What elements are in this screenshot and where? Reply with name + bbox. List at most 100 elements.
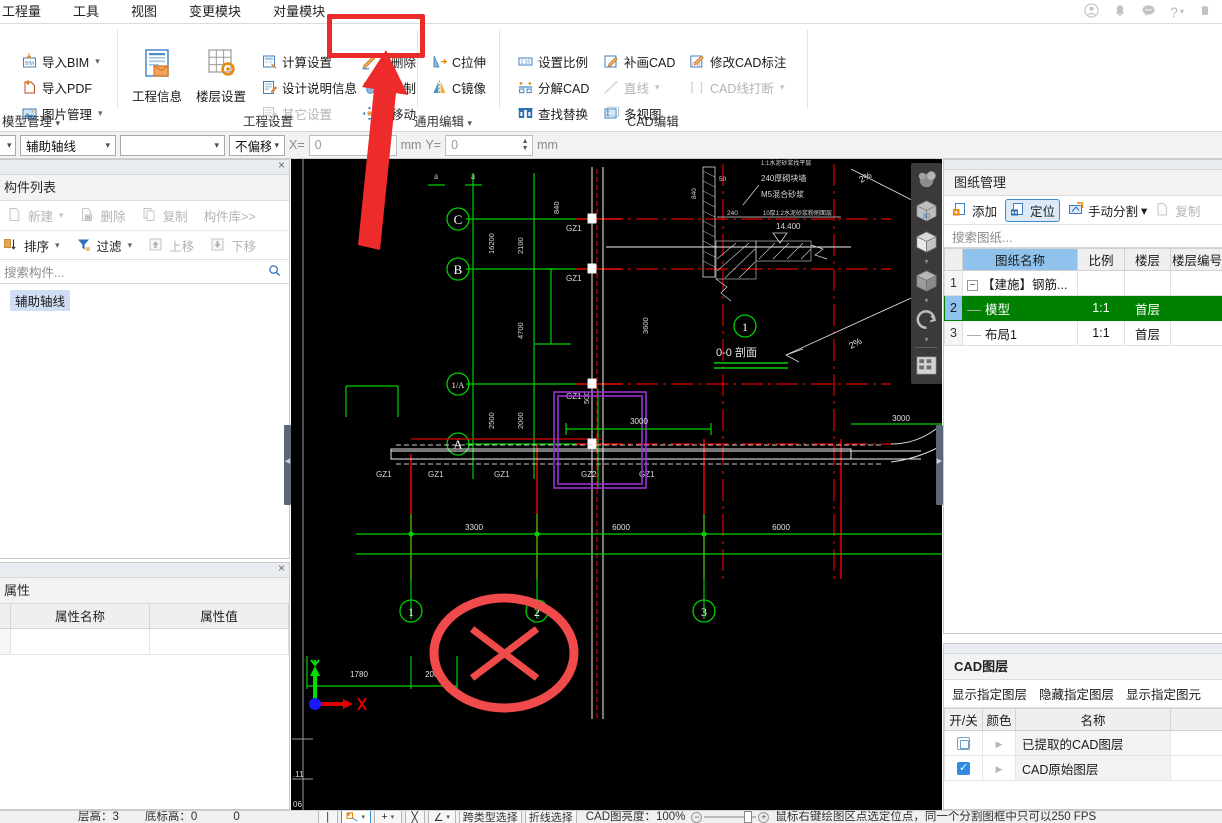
drawings-row-name[interactable]: 模型: [962, 295, 1078, 321]
spinner-arrows[interactable]: ▲ ▼: [382, 138, 396, 152]
properties-row-value[interactable]: [149, 627, 289, 655]
ribbon-button-calc-settings[interactable]: 计算设置: [258, 48, 360, 74]
component-search-row[interactable]: 搜索构件...: [0, 260, 289, 284]
menu-item-change-module[interactable]: 变更模块: [173, 0, 257, 24]
copy-drawing-button[interactable]: 复制: [1155, 201, 1200, 220]
rotate-icon[interactable]: [913, 306, 940, 335]
chevron-down-icon[interactable]: ▾: [446, 813, 450, 821]
polyline-select-button[interactable]: 折线选择: [524, 811, 577, 823]
spinner-arrows[interactable]: ▲ ▼: [518, 138, 532, 152]
menu-item-quantity[interactable]: 工程量: [0, 0, 57, 24]
table-row[interactable]: ▶ CAD原始图层: [944, 755, 1222, 781]
menu-item-view[interactable]: 视图: [115, 0, 173, 24]
component-tree-item-auxiliary-axis[interactable]: 辅助轴线: [10, 290, 71, 311]
chevron-down-icon[interactable]: ▾: [911, 297, 942, 305]
crosshair-button[interactable]: + ▾: [373, 811, 402, 823]
zoom-in-button[interactable]: +: [758, 811, 770, 823]
cad-layer-color-cell[interactable]: ▶: [982, 755, 1016, 781]
show-specified-entity-link[interactable]: 显示指定图元: [1126, 684, 1201, 703]
component-filter-button[interactable]: 过滤 ▾: [73, 232, 136, 258]
cad-layer-onoff-cell[interactable]: [944, 730, 983, 756]
component-move-up-button[interactable]: 上移: [145, 232, 197, 258]
x-coordinate-input[interactable]: 0 ▲ ▼: [308, 134, 397, 156]
chevron-down-icon[interactable]: ▾: [911, 258, 942, 266]
drawings-row-name[interactable]: − 【建施】钢筋...: [962, 270, 1078, 296]
offset-mode-combo[interactable]: 不偏移 ▾: [229, 134, 285, 156]
drawing-search-input[interactable]: 搜索图纸...: [944, 225, 1222, 248]
hide-specified-layer-link[interactable]: 隐藏指定图层: [1039, 684, 1114, 703]
ribbon-button-floor-settings[interactable]: 楼层设置: [190, 44, 252, 105]
ribbon-button-set-scale[interactable]: 1:10 设置比例: [514, 48, 592, 74]
cad-viewport[interactable]: .11 06 C B 1/A A 16200 2100 4700 500 250…: [291, 159, 942, 810]
layers-grid-icon[interactable]: [913, 352, 940, 381]
close-icon[interactable]: ×: [278, 158, 285, 172]
drawings-floor-header[interactable]: 楼层: [1124, 248, 1171, 271]
ribbon-button-import-pdf[interactable]: 导入PDF: [18, 74, 106, 100]
table-row[interactable]: ▶ 已提取的CAD图层: [944, 730, 1222, 756]
drawings-scale-header[interactable]: 比例: [1077, 248, 1125, 271]
left-splitter-handle[interactable]: [284, 425, 291, 505]
component-copy-button[interactable]: 复制: [139, 203, 191, 229]
ribbon-button-import-bim[interactable]: BIM 导入BIM ▾: [18, 48, 106, 74]
ribbon-button-edit-cad-dim[interactable]: CAD 修改CAD标注: [686, 48, 789, 74]
drawings-row-name[interactable]: 布局1: [962, 320, 1078, 346]
y-coordinate-input[interactable]: 0 ▲ ▼: [445, 134, 534, 156]
table-row[interactable]: [0, 627, 289, 655]
gift-icon[interactable]: [1198, 3, 1212, 20]
view-3d-icon[interactable]: 3D: [913, 197, 940, 226]
chevron-down-icon[interactable]: ▾: [911, 336, 942, 344]
chevron-down-icon[interactable]: ▾: [361, 813, 365, 821]
drawings-floorno-header[interactable]: 楼层编号: [1170, 248, 1222, 271]
bell-icon[interactable]: [1113, 3, 1127, 20]
intersection-snap-button[interactable]: ╳: [404, 811, 425, 823]
zoom-out-button[interactable]: −: [691, 811, 703, 823]
component-search-input[interactable]: 搜索构件...: [4, 262, 268, 281]
collapse-icon[interactable]: −: [967, 279, 978, 291]
layer-visibility-checkbox[interactable]: [957, 737, 970, 751]
component-delete-button[interactable]: 删除: [77, 203, 129, 229]
component-sort-button[interactable]: 排序 ▾: [0, 232, 63, 258]
ribbon-button-project-info[interactable]: 工程信息: [126, 44, 188, 105]
cross-type-select-button[interactable]: 跨类型选择: [458, 811, 522, 823]
ribbon-button-design-note[interactable]: 设计说明信息: [258, 74, 360, 100]
layer-visibility-checkbox[interactable]: [957, 761, 970, 776]
orbit-icon[interactable]: [913, 166, 940, 195]
ribbon-button-line[interactable]: 直线 ▾: [600, 74, 678, 100]
locate-drawing-button[interactable]: 定位: [1005, 198, 1061, 222]
component-move-down-button[interactable]: 下移: [207, 232, 259, 258]
properties-row-name[interactable]: [10, 627, 150, 655]
slider-knob[interactable]: [744, 811, 753, 823]
angle-snap-button[interactable]: ∠ ▾: [427, 811, 456, 823]
ribbon-button-break-cad-line[interactable]: CAD线打断 ▾: [686, 74, 789, 100]
show-specified-layer-link[interactable]: 显示指定图层: [952, 684, 1027, 703]
component-new-button[interactable]: 新建 ▾: [4, 203, 67, 229]
snap-mode-button[interactable]: ▾: [340, 811, 371, 823]
chat-icon[interactable]: [1141, 3, 1156, 20]
cad-brightness-slider[interactable]: − +: [691, 811, 770, 823]
search-icon[interactable]: [268, 264, 281, 280]
close-icon[interactable]: ×: [278, 561, 285, 575]
axis-type-combo[interactable]: 辅助轴线 ▾: [20, 134, 116, 156]
slider-track[interactable]: [704, 811, 757, 823]
user-icon[interactable]: [1084, 3, 1099, 20]
table-row[interactable]: 2 模型 1:1 首层: [944, 295, 1222, 321]
menu-item-measure-module[interactable]: 对量模块: [257, 0, 341, 24]
component-library-button[interactable]: 构件库>>: [201, 203, 259, 229]
view-solid-icon[interactable]: [913, 267, 940, 296]
ribbon-button-redraw-cad[interactable]: 补画CAD: [600, 48, 678, 74]
ribbon-button-explode-cad[interactable]: 分解CAD: [514, 74, 592, 100]
chevron-down-icon[interactable]: ▾: [391, 813, 395, 821]
menu-item-tools[interactable]: 工具: [57, 0, 115, 24]
drawings-name-header[interactable]: 图纸名称: [962, 248, 1078, 271]
table-row[interactable]: 3 布局1 1:1 首层: [944, 320, 1222, 346]
table-row[interactable]: 1 − 【建施】钢筋...: [944, 270, 1222, 296]
add-drawing-button[interactable]: 添加: [952, 201, 997, 220]
ribbon-button-c-stretch[interactable]: C拉伸: [428, 48, 513, 74]
cad-layer-color-cell[interactable]: ▶: [982, 730, 1016, 756]
component-type-combo[interactable]: ▾: [0, 134, 16, 156]
manual-split-button[interactable]: 手动分割 ▾: [1068, 201, 1147, 220]
cad-layer-onoff-cell[interactable]: [944, 755, 983, 781]
component-name-combo[interactable]: ▾: [120, 134, 225, 156]
right-splitter-handle[interactable]: [936, 425, 943, 505]
help-icon[interactable]: ? ▾: [1170, 5, 1184, 19]
